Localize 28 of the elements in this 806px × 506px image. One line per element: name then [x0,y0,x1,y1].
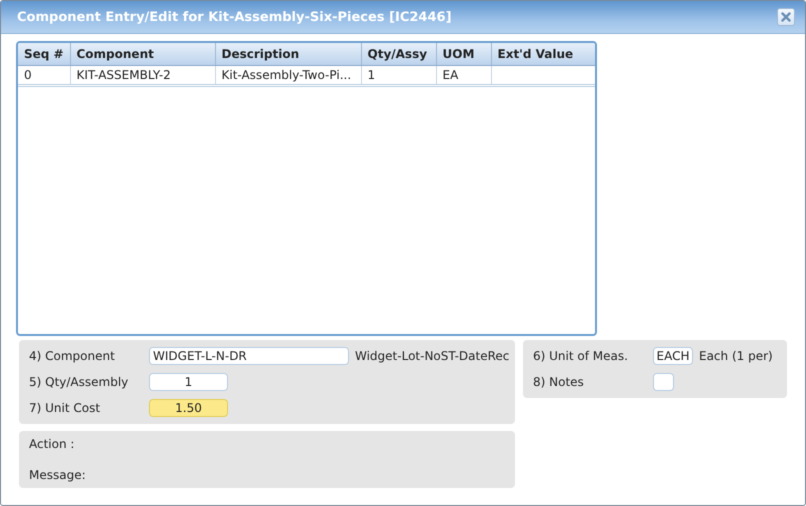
column-header[interactable]: Seq # [18,43,70,66]
table-cell: 0 [24,68,32,82]
table-cell: KIT-ASSEMBLY-2 [76,68,171,82]
field-description: Widget-Lot-NoST-DateRec [355,349,510,363]
column-header[interactable]: UOM [436,43,491,66]
field-label: 4) Component [29,349,116,363]
close-icon [781,12,791,22]
column-header[interactable]: Description [215,43,361,66]
input-field[interactable] [653,373,674,391]
table-cell: 1 [368,68,376,82]
window-title: Component Entry/Edit for Kit-Assembly-Six-Pieces [IC2446] [17,10,453,24]
column-header[interactable]: Ext'd Value [491,43,595,66]
input-field[interactable]: 1.50 [149,399,228,417]
column-header[interactable]: Qty/Assy [361,43,436,66]
field-label: 7) Unit Cost [29,401,102,415]
field-description: Each (1 per) [699,349,773,363]
field-label: 8) Notes [533,375,585,389]
field-label: 6) Unit of Meas. [533,349,629,363]
close-button[interactable] [777,8,795,26]
input-field[interactable]: WIDGET-L-N-DR [149,347,349,365]
action-label: Action : [29,437,76,451]
input-field[interactable]: EACH [653,347,693,365]
table-cell: Kit-Assembly-Two-Pi... [222,68,352,82]
table-cell: EA [442,68,458,82]
message-label: Message: [29,468,87,482]
field-label: 5) Qty/Assembly [29,375,130,389]
column-header[interactable]: Component [70,43,215,66]
input-field[interactable]: 1 [149,373,228,391]
